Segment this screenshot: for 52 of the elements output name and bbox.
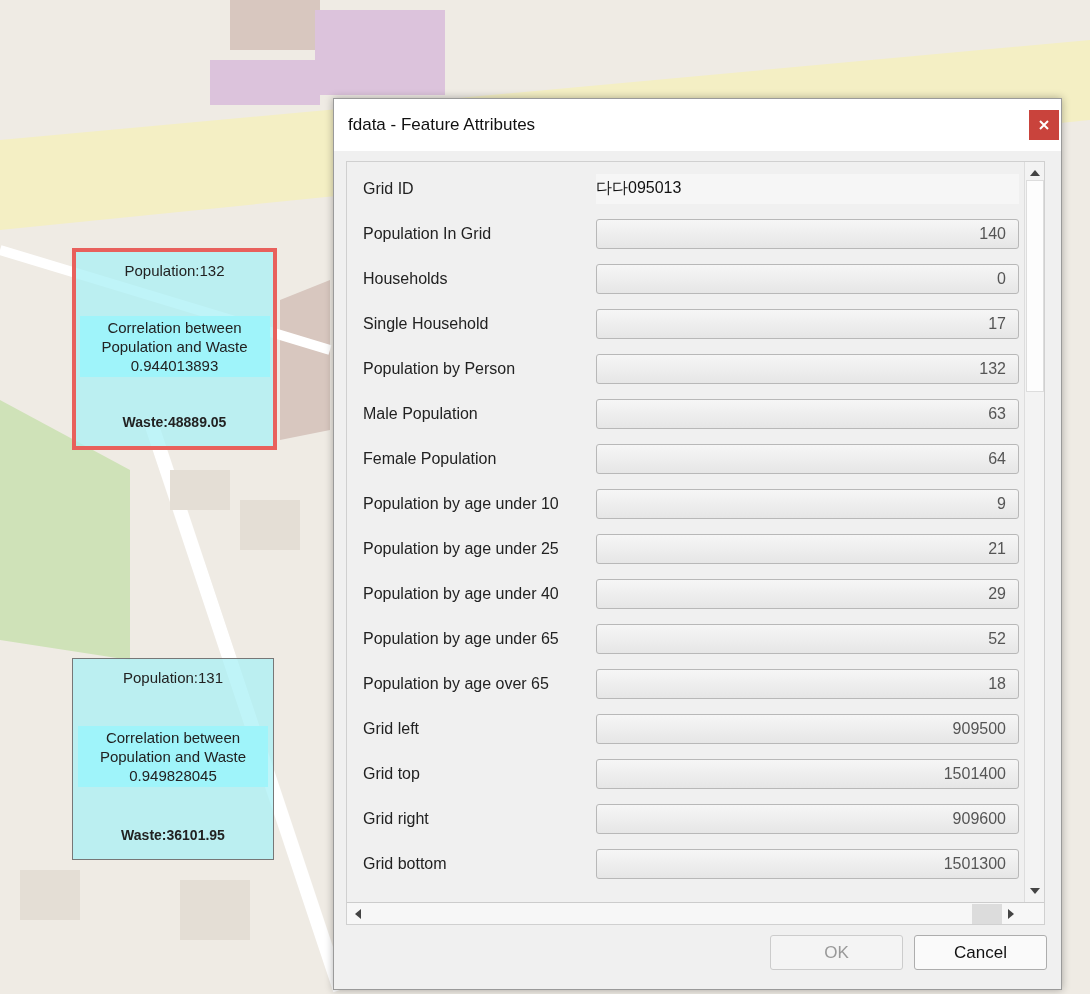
field-label: Grid bottom [363,854,448,874]
input-field[interactable]: 1501400 [596,759,1019,789]
grid-cell[interactable]: Population:132 Correlation between Population and Waste 0.944013893 Waste:48889.05 [72,248,277,450]
input-field[interactable]: 909600 [596,804,1019,834]
field-label: Grid ID [363,179,415,199]
input-field[interactable]: 다다095013 [596,174,1019,204]
input-field[interactable]: 909500 [596,714,1019,744]
field-label: Single Household [363,314,490,334]
input-field[interactable]: 17 [596,309,1019,339]
close-button[interactable] [1029,110,1059,140]
field-label: Population In Grid [363,224,493,244]
cancel-button[interactable]: Cancel [914,935,1047,970]
correlation-label: Correlation between Population and Waste 0.949828045 [78,726,268,787]
input-field[interactable]: 21 [596,534,1019,564]
field-label: Male Population [363,404,479,424]
input-field[interactable]: 140 [596,219,1019,249]
grid-cell[interactable]: Population:131 Correlation between Population and Waste 0.949828045 Waste:36101.95 [72,658,274,860]
input-field[interactable]: 9 [596,489,1019,519]
waste-label: Waste:36101.95 [121,827,225,843]
field-label: Population by age under 25 [363,539,560,559]
input-field[interactable]: 132 [596,354,1019,384]
right-arrow-icon[interactable] [1008,908,1014,919]
population-label: Population:132 [124,262,225,279]
input-field[interactable]: 29 [596,579,1019,609]
field-label: Grid left [363,719,420,739]
field-label: Population by age over 65 [363,674,550,694]
field-label: Population by age under 40 [363,584,560,604]
horizontal-scrollbar[interactable] [347,902,1044,924]
population-label: Population:131 [122,669,224,686]
field-label: Population by age under 10 [363,494,560,514]
field-label: Households [363,269,449,289]
input-field[interactable]: 52 [596,624,1019,654]
field-label: Grid right [363,809,430,829]
field-label: Population by Person [363,359,517,379]
left-arrow-icon[interactable] [355,908,361,919]
input-field[interactable]: 0 [596,264,1019,294]
input-field[interactable]: 1501300 [596,849,1019,879]
input-field[interactable]: 64 [596,444,1019,474]
input-field[interactable]: 63 [596,399,1019,429]
dialog-title: fdata - Feature Attributes [348,115,536,135]
scroll-thumb[interactable] [972,903,1002,924]
close-icon [1039,120,1049,130]
field-label: Female Population [363,449,498,469]
up-arrow-icon[interactable] [1029,170,1040,176]
field-label: Grid top [363,764,421,784]
scroll-thumb[interactable] [1025,180,1044,392]
waste-label: Waste:48889.05 [122,414,227,430]
down-arrow-icon[interactable] [1029,888,1040,894]
field-label: Population by age under 65 [363,629,560,649]
correlation-label: Correlation between Population and Waste 0.944013893 [79,316,270,377]
vertical-scrollbar[interactable] [1024,162,1044,902]
input-field[interactable]: 18 [596,669,1019,699]
